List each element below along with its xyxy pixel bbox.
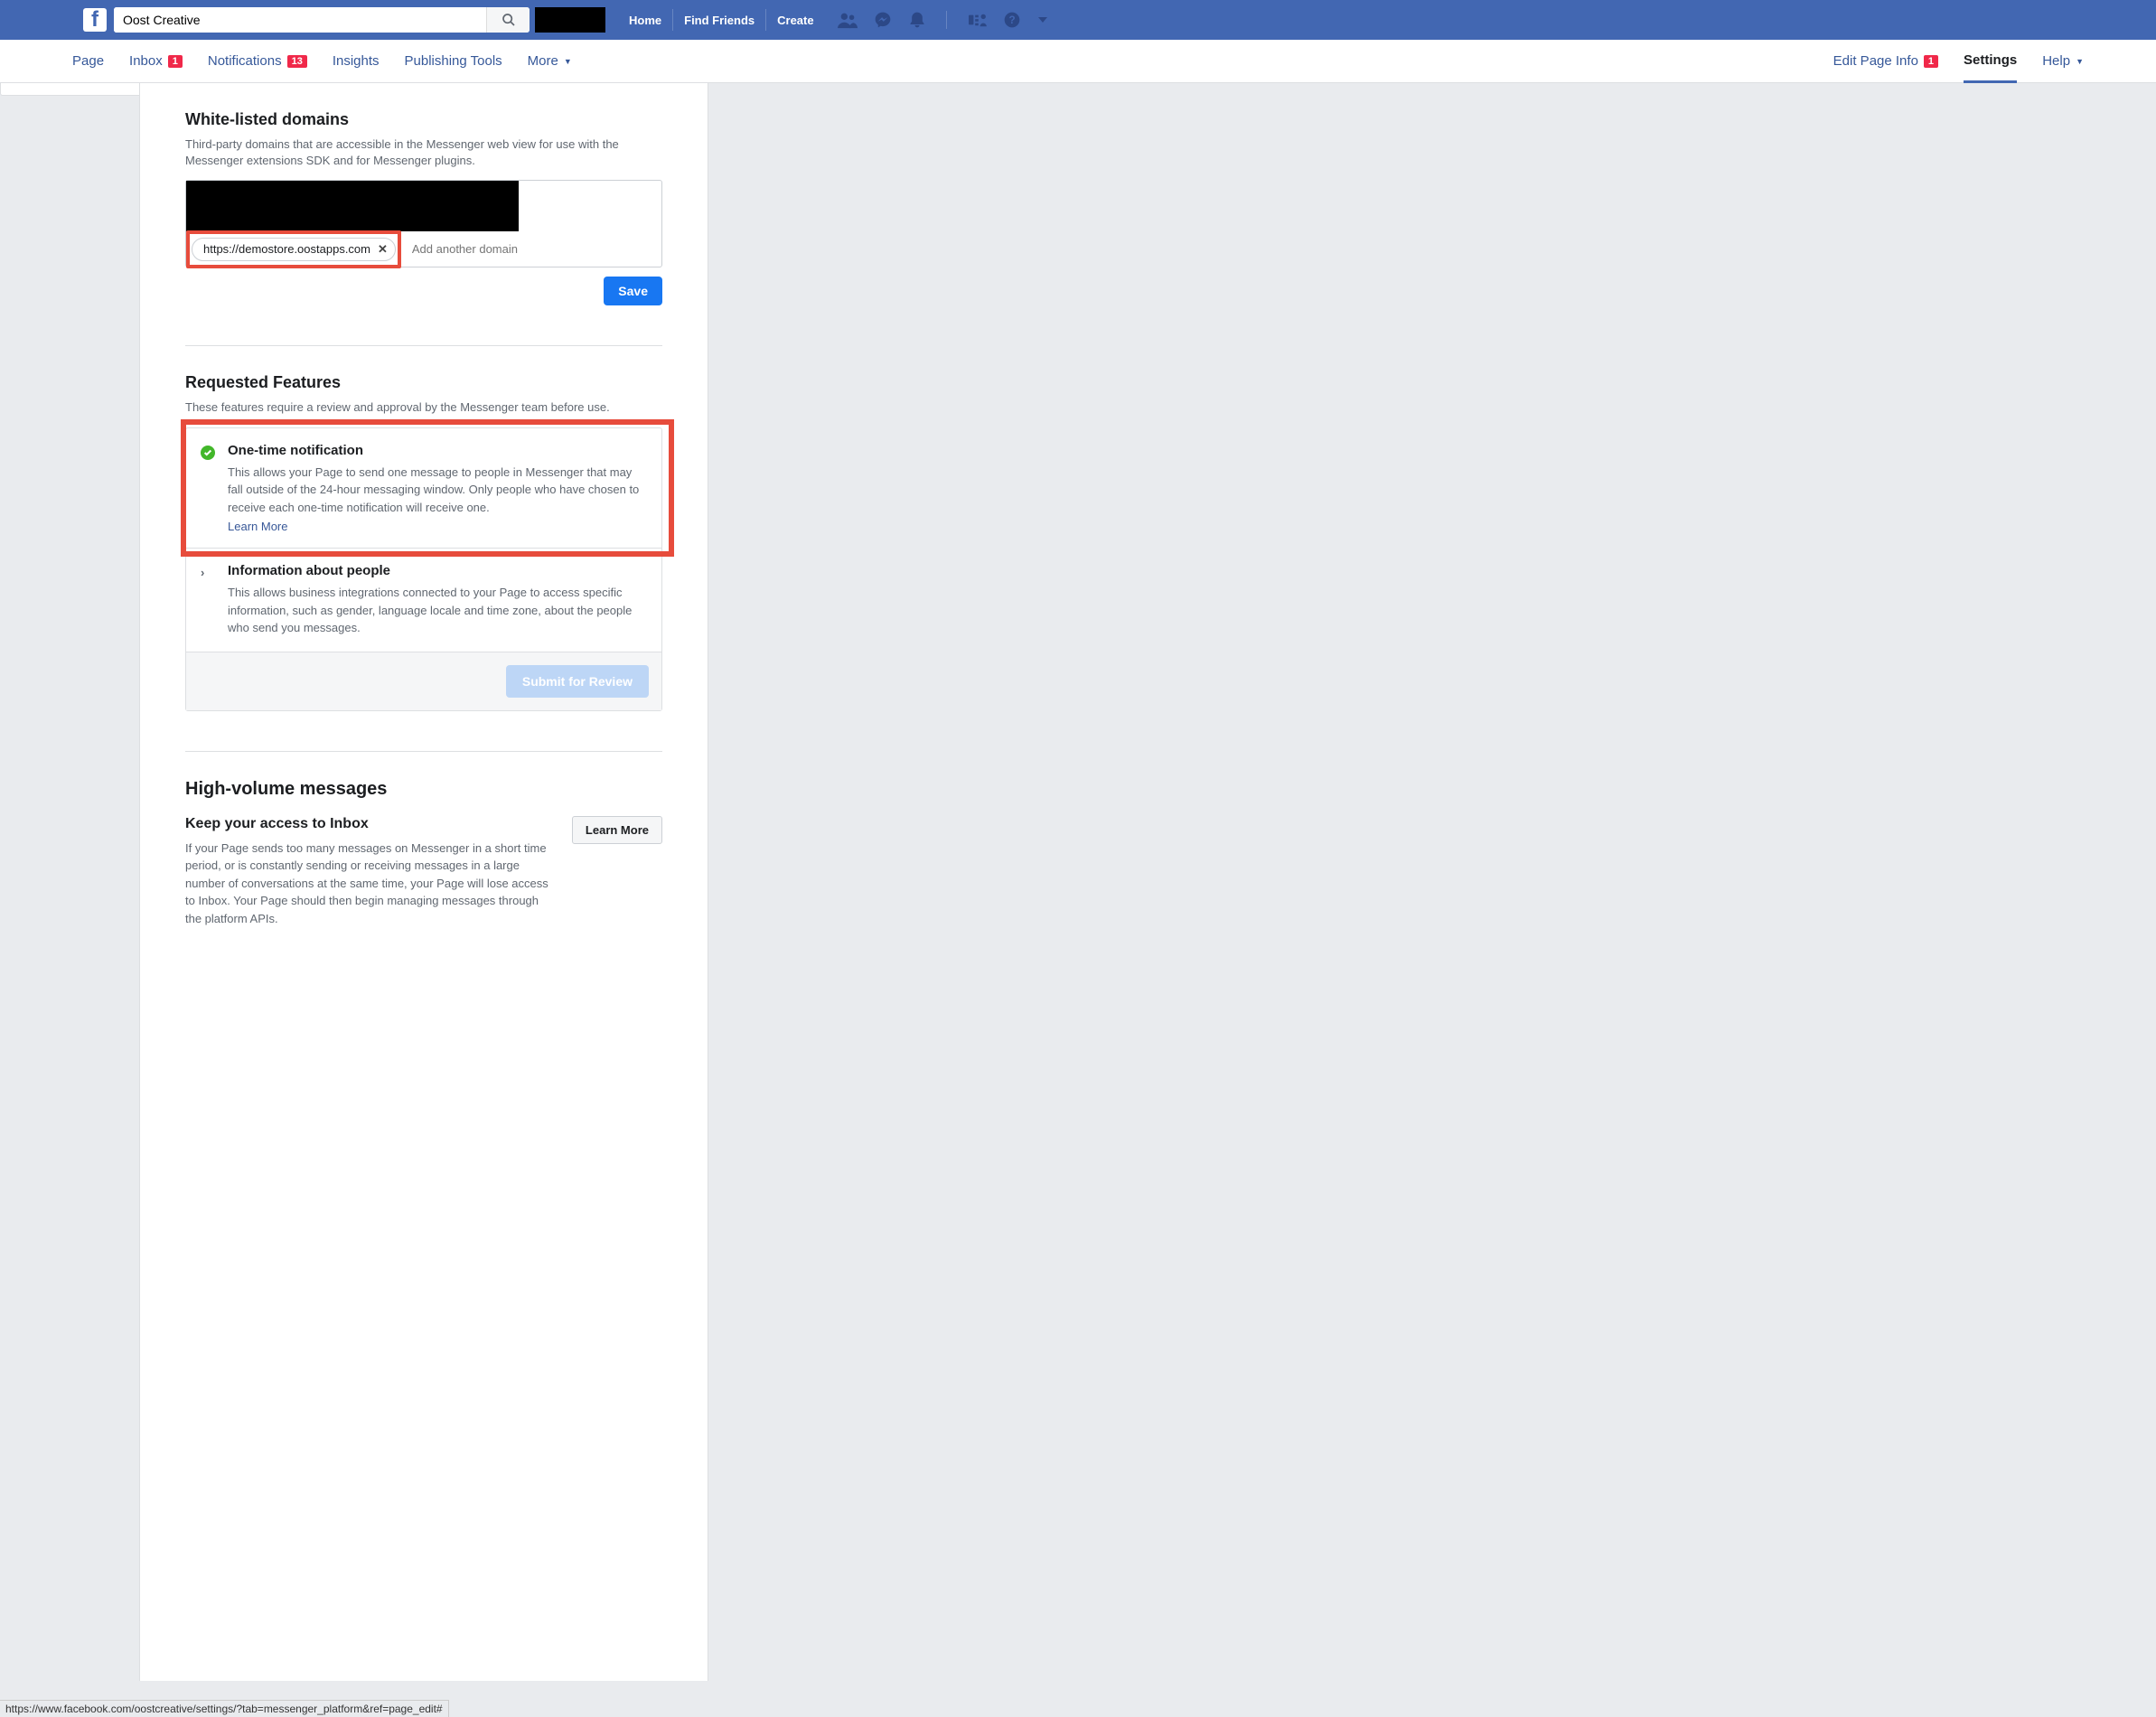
features-desc: These features require a review and appr…	[185, 399, 662, 416]
find-friends-link[interactable]: Find Friends	[672, 9, 765, 31]
quick-help-icon[interactable]	[967, 12, 987, 28]
tab-settings[interactable]: Settings	[1964, 40, 2017, 83]
add-domain-input[interactable]	[405, 237, 656, 261]
feature-list: One-time notification This allows your P…	[185, 427, 662, 711]
tabs-right: Edit Page Info 1 Settings Help ▼	[1833, 40, 2084, 83]
high-volume-section: High-volume messages Keep your access to…	[140, 752, 708, 955]
remove-chip-icon[interactable]: ✕	[378, 242, 388, 257]
feature-desc: This allows your Page to send one messag…	[228, 464, 645, 517]
highvol-row: Keep your access to Inbox If your Page s…	[185, 816, 662, 928]
learn-more-button[interactable]: Learn More	[572, 816, 662, 844]
whitelist-title: White-listed domains	[185, 110, 662, 129]
submit-row: Submit for Review	[186, 652, 661, 710]
tab-page[interactable]: Page	[72, 53, 104, 69]
divider	[946, 11, 947, 29]
edit-badge: 1	[1924, 55, 1938, 68]
search-button[interactable]	[486, 7, 530, 33]
chevron-right-icon: ›	[201, 566, 204, 579]
settings-main-panel: White-listed domains Third-party domains…	[139, 83, 708, 1681]
tab-publishing-tools[interactable]: Publishing Tools	[405, 53, 502, 69]
feature-info-about-people[interactable]: › Information about people This allows b…	[186, 548, 661, 652]
top-icons: ?	[838, 10, 1048, 30]
spacer	[127, 83, 139, 1681]
tab-notifications-label: Notifications	[208, 53, 282, 69]
content-wrap: White-listed domains Third-party domains…	[127, 83, 2156, 1681]
notifications-icon[interactable]	[908, 10, 926, 30]
feature-title: One-time notification	[228, 443, 645, 458]
tab-more[interactable]: More ▼	[528, 53, 572, 69]
redacted-block	[535, 7, 605, 33]
messenger-icon[interactable]	[874, 11, 892, 29]
feature-one-time-notification[interactable]: One-time notification This allows your P…	[186, 428, 661, 549]
page-tabs-bar: Page Inbox 1 Notifications 13 Insights P…	[0, 40, 2156, 83]
status-bar-url: https://www.facebook.com/oostcreative/se…	[0, 1700, 449, 1717]
tab-inbox[interactable]: Inbox 1	[129, 53, 183, 69]
domain-chips-row: https://demostore.oostapps.com ✕	[186, 231, 661, 267]
domain-editor[interactable]: https://demostore.oostapps.com ✕	[185, 180, 662, 267]
svg-text:?: ?	[1008, 14, 1015, 26]
highvol-text: Keep your access to Inbox If your Page s…	[185, 816, 554, 928]
caret-down-icon: ▼	[564, 57, 572, 66]
caret-down-icon: ▼	[2076, 57, 2084, 66]
tab-notifications[interactable]: Notifications 13	[208, 53, 307, 69]
requested-features-section: Requested Features These features requir…	[140, 346, 708, 737]
search-field-wrap	[114, 7, 530, 33]
domain-chip[interactable]: https://demostore.oostapps.com ✕	[192, 238, 396, 261]
feature-title: Information about people	[228, 563, 645, 578]
tabs-left: Page Inbox 1 Notifications 13 Insights P…	[72, 53, 572, 69]
inbox-badge: 1	[168, 55, 183, 68]
tab-inbox-label: Inbox	[129, 53, 163, 69]
facebook-logo[interactable]: f	[83, 8, 107, 32]
features-title: Requested Features	[185, 373, 662, 392]
left-gutter	[0, 83, 127, 1681]
save-button[interactable]: Save	[604, 277, 662, 305]
redacted-block	[186, 181, 519, 231]
tab-edit-label: Edit Page Info	[1833, 53, 1918, 69]
tab-insights[interactable]: Insights	[333, 53, 380, 69]
highvol-title: High-volume messages	[185, 779, 662, 800]
approved-check-icon	[201, 446, 215, 460]
home-link[interactable]: Home	[618, 9, 672, 31]
page-body: White-listed domains Third-party domains…	[0, 83, 2156, 1717]
help-icon[interactable]: ?	[1003, 11, 1021, 29]
tab-edit-page-info[interactable]: Edit Page Info 1	[1833, 53, 1938, 69]
domain-chip-label: https://demostore.oostapps.com	[203, 242, 370, 256]
save-row: Save	[185, 277, 662, 305]
highvol-subtitle: Keep your access to Inbox	[185, 816, 554, 832]
account-dropdown-icon[interactable]	[1037, 14, 1048, 25]
search-icon	[502, 13, 516, 27]
highvol-desc: If your Page sends too many messages on …	[185, 840, 554, 928]
highlighted-domain-chip: https://demostore.oostapps.com ✕	[186, 230, 401, 268]
top-links: Home Find Friends Create	[618, 9, 825, 31]
whitelisted-domains-section: White-listed domains Third-party domains…	[140, 110, 708, 333]
whitelist-desc: Third-party domains that are accessible …	[185, 136, 662, 169]
top-navbar: f Home Find Friends Create ?	[0, 0, 2156, 40]
submit-for-review-button: Submit for Review	[506, 665, 649, 698]
learn-more-link[interactable]: Learn More	[228, 520, 287, 533]
feature-desc: This allows business integrations connec…	[228, 584, 645, 637]
tab-help-label: Help	[2042, 53, 2070, 69]
search-input[interactable]	[114, 7, 486, 33]
tab-more-label: More	[528, 53, 558, 69]
tab-help[interactable]: Help ▼	[2042, 53, 2084, 69]
notifications-badge: 13	[287, 55, 307, 68]
friends-icon[interactable]	[838, 11, 858, 29]
create-link[interactable]: Create	[765, 9, 824, 31]
